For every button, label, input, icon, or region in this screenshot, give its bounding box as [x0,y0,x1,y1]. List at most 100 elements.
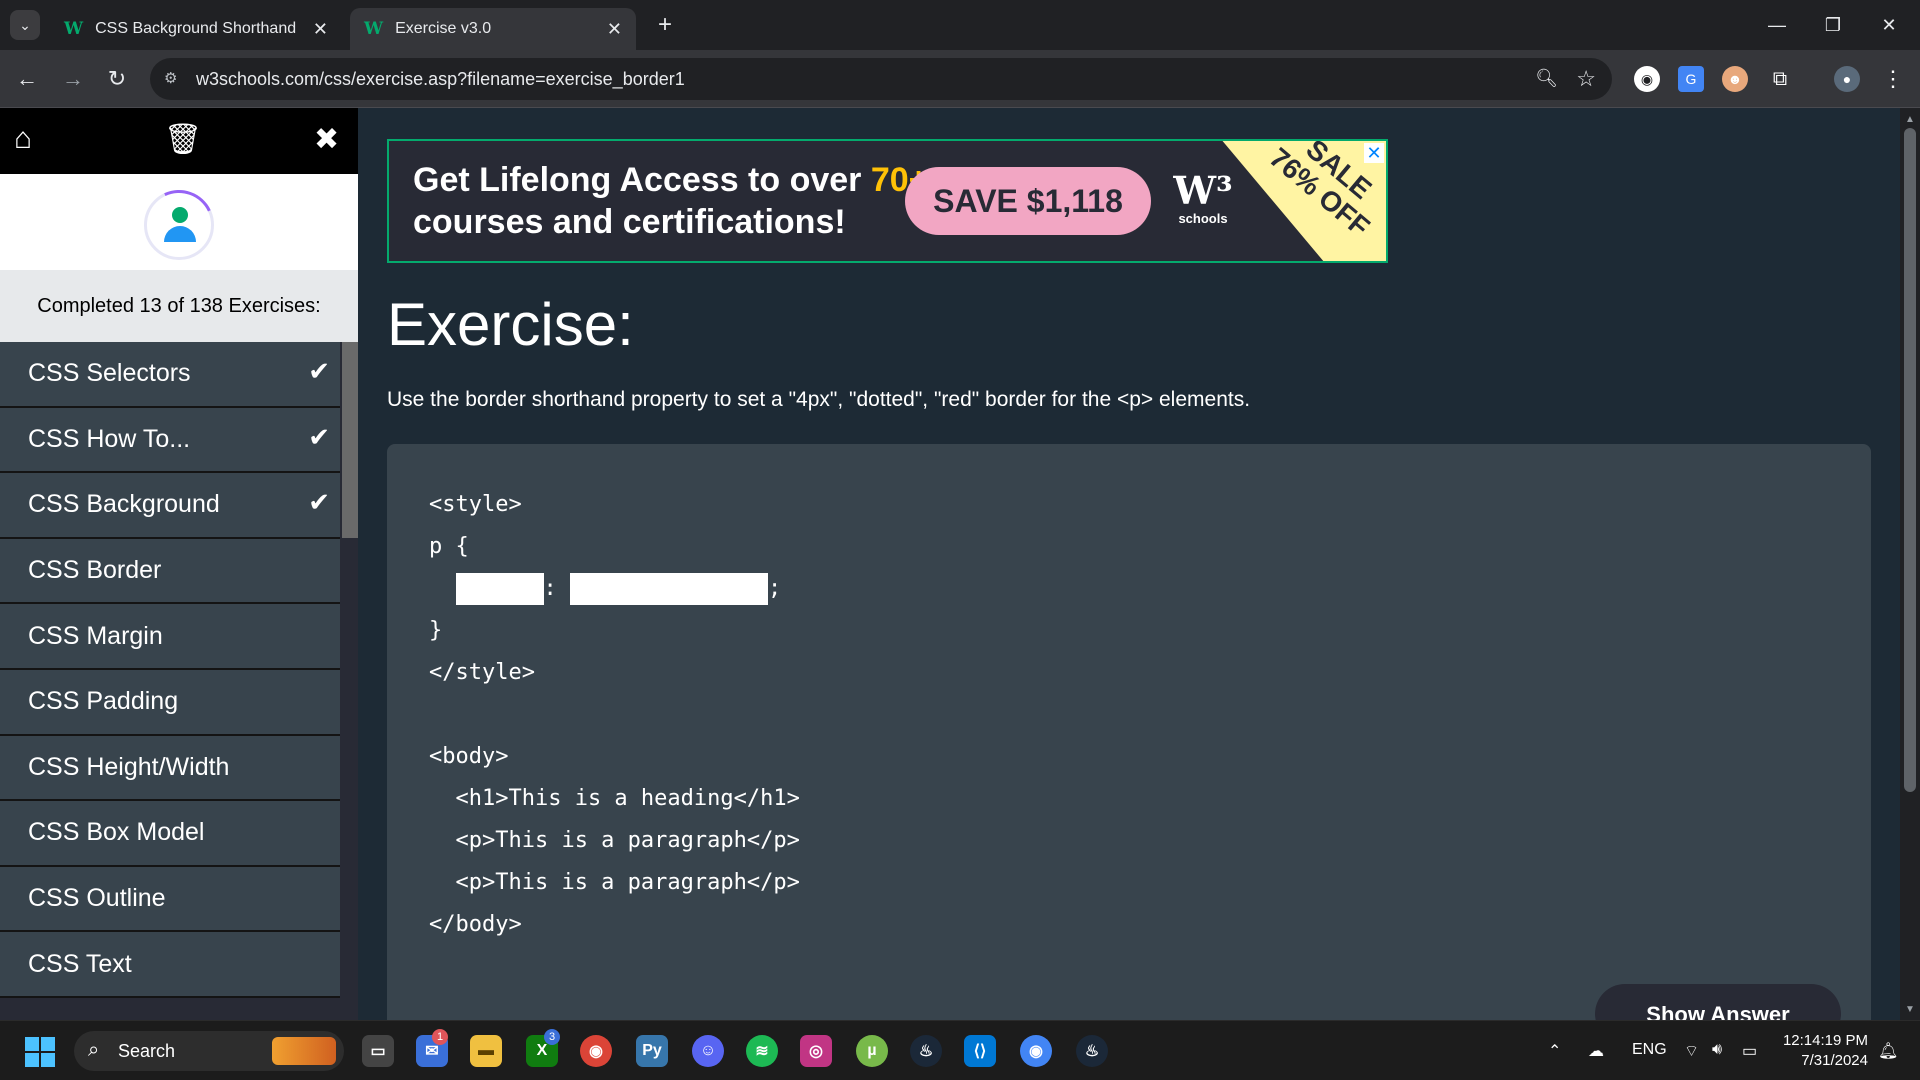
profile-avatar[interactable]: ● [1834,66,1860,92]
close-icon: ✕ [1881,14,1897,35]
home-icon[interactable]: ⌂ [14,122,32,156]
user-avatar[interactable] [134,180,224,270]
browser-tab-bar: ⌄ W CSS Background Shorthand ✕ W Exercis… [0,0,1920,50]
url-text: w3schools.com/css/exercise.asp?filename=… [196,68,685,89]
sidebar-item-css-text[interactable]: CSS Text [0,932,340,998]
taskbar-search[interactable]: ⌕ Search [74,1031,344,1071]
forward-button[interactable]: → [58,64,88,94]
w3schools-favicon-icon: W [64,19,84,39]
zoom-icon[interactable]: 🔍︎ [1535,68,1558,89]
site-settings-icon[interactable]: ⚙ [164,69,184,89]
check-icon: ✔ [308,356,330,386]
sidebar-item-label: CSS Height/Width [28,752,230,781]
sidebar-item-css-outline[interactable]: CSS Outline [0,866,340,933]
sidebar-item-css-how-to[interactable]: CSS How To... ✔ [0,407,340,474]
translate-icon[interactable]: G [1678,66,1704,92]
minimize-button[interactable]: — [1754,8,1800,42]
progress-ring [134,180,224,270]
menu-kebab-icon[interactable]: ⋮ [1880,66,1906,92]
exercise-list: CSS Selectors ✔ CSS How To... ✔ CSS Back… [0,342,340,998]
chrome-icon[interactable]: ◉ [580,1035,612,1067]
w3schools-favicon-icon: W [364,19,384,39]
sidebar-item-css-border[interactable]: CSS Border [0,538,340,605]
tab-search-button[interactable]: ⌄ [10,10,40,40]
sidebar-item-label: CSS Padding [28,687,179,716]
chrome-profile-icon[interactable]: ◉ [1020,1035,1052,1067]
minimize-icon: — [1768,14,1786,35]
back-button[interactable]: ← [12,64,42,94]
value-input[interactable] [570,573,768,605]
tab-label: Exercise v3.0 [395,20,492,37]
tab-exercise[interactable]: W Exercise v3.0 ✕ [350,8,636,50]
steam-icon[interactable]: ♨ [910,1035,942,1067]
file-explorer-icon[interactable]: ▬ [470,1035,502,1067]
advertisement-banner[interactable]: Get Lifelong Access to over 70+ courses … [387,139,1388,263]
plus-icon: + [657,11,672,38]
spotify-icon[interactable]: ≋ [746,1035,778,1067]
chevron-down-icon: ⌄ [19,16,31,33]
close-window-button[interactable]: ✕ [1866,8,1912,42]
mail-badge: 1 [432,1029,448,1045]
sidebar-item-css-background[interactable]: CSS Background ✔ [0,473,340,539]
extension-avatar-icon[interactable]: ☻ [1722,66,1748,92]
address-bar[interactable]: ⚙ w3schools.com/css/exercise.asp?filenam… [150,58,1612,100]
search-highlight-image [272,1037,336,1065]
check-icon: ✔ [308,487,330,518]
close-tab-icon[interactable]: ✕ [313,19,328,40]
taskbar-clock[interactable]: 12:14:19 PM 7/31/2024 [1774,1031,1868,1071]
browser-toolbar: ← → ↻ ⚙ w3schools.com/css/exercise.asp?f… [0,50,1920,108]
puzzle-extensions-icon[interactable]: ⧉ [1767,66,1793,92]
task-view-icon[interactable]: ▭ [362,1035,394,1067]
extension-icon[interactable]: ◉ [1634,66,1660,92]
battery-icon[interactable]: ▭ [1742,1041,1757,1061]
tab-css-background-shorthand[interactable]: W CSS Background Shorthand ✕ [50,8,342,50]
code-editor: <style> p { : ; } </style> <body> <h1>Th… [387,444,1871,1064]
instagram-icon[interactable]: ◎ [800,1035,832,1067]
ad-close-icon[interactable]: ✕ [1364,143,1384,163]
sidebar-item-label: CSS Box Model [28,818,205,847]
restore-button[interactable]: ❐ [1810,8,1856,42]
notification-bell-icon[interactable]: 🔔︎ [1878,1041,1898,1061]
search-icon: ⌕ [88,1039,100,1061]
close-icon[interactable]: ✖ [314,122,339,157]
sidebar-item-label: CSS Outline [28,884,166,913]
exercise-description: Use the border shorthand property to set… [387,388,1251,411]
sidebar-item-css-selectors[interactable]: CSS Selectors ✔ [0,342,340,408]
w3schools-logo: W³ schools [1173,168,1233,227]
scroll-up-icon[interactable]: ▲ [1904,114,1916,126]
new-tab-button[interactable]: + [650,10,680,40]
sidebar-item-css-margin[interactable]: CSS Margin [0,604,340,670]
page-scrollbar-thumb[interactable] [1904,128,1916,792]
arrow-left-icon: ← [16,66,38,91]
close-tab-icon[interactable]: ✕ [607,19,622,40]
discord-icon[interactable]: ☺ [692,1035,724,1067]
ad-headline: Get Lifelong Access to over 70+ courses … [413,161,929,241]
bookmark-star-icon[interactable]: ☆ [1576,66,1596,92]
wifi-icon[interactable]: ⌔ [1684,1041,1699,1061]
sidebar-item-css-box-model[interactable]: CSS Box Model [0,801,340,867]
profile-section [0,174,358,270]
property-input[interactable] [455,573,544,605]
language-indicator[interactable]: ENG [1632,1041,1667,1059]
sidebar-item-label: CSS Text [28,949,132,978]
page-title: Exercise: [387,291,634,358]
code-block: <style> p { : ; } </style> <body> <h1>Th… [429,492,800,937]
xbox-badge: 3 [544,1029,560,1045]
sidebar-item-css-height-width[interactable]: CSS Height/Width [0,735,340,802]
progress-text: Completed 13 of 138 Exercises: [0,270,358,342]
utorrent-icon[interactable]: µ [856,1035,888,1067]
windows-start-button[interactable] [25,1037,55,1067]
chevron-up-icon[interactable]: ⌃ [1548,1041,1561,1061]
scroll-down-icon[interactable]: ▼ [1904,1004,1916,1016]
sidebar-item-css-padding[interactable]: CSS Padding [0,669,340,736]
ad-save-button[interactable]: SAVE $1,118 [905,167,1151,235]
python-icon[interactable]: Py [636,1035,668,1067]
sidebar-scrollbar-thumb[interactable] [342,342,358,538]
vscode-icon[interactable]: ⟨⟩ [964,1035,996,1067]
sidebar-item-label: CSS Border [28,556,162,585]
trash-icon[interactable]: 🗑︎ [164,122,202,157]
onedrive-icon[interactable]: ☁ [1588,1041,1604,1061]
steam-alt-icon[interactable]: ♨ [1076,1035,1108,1067]
volume-icon[interactable]: 🔊︎ [1712,1041,1722,1059]
reload-button[interactable]: ↻ [102,64,132,94]
